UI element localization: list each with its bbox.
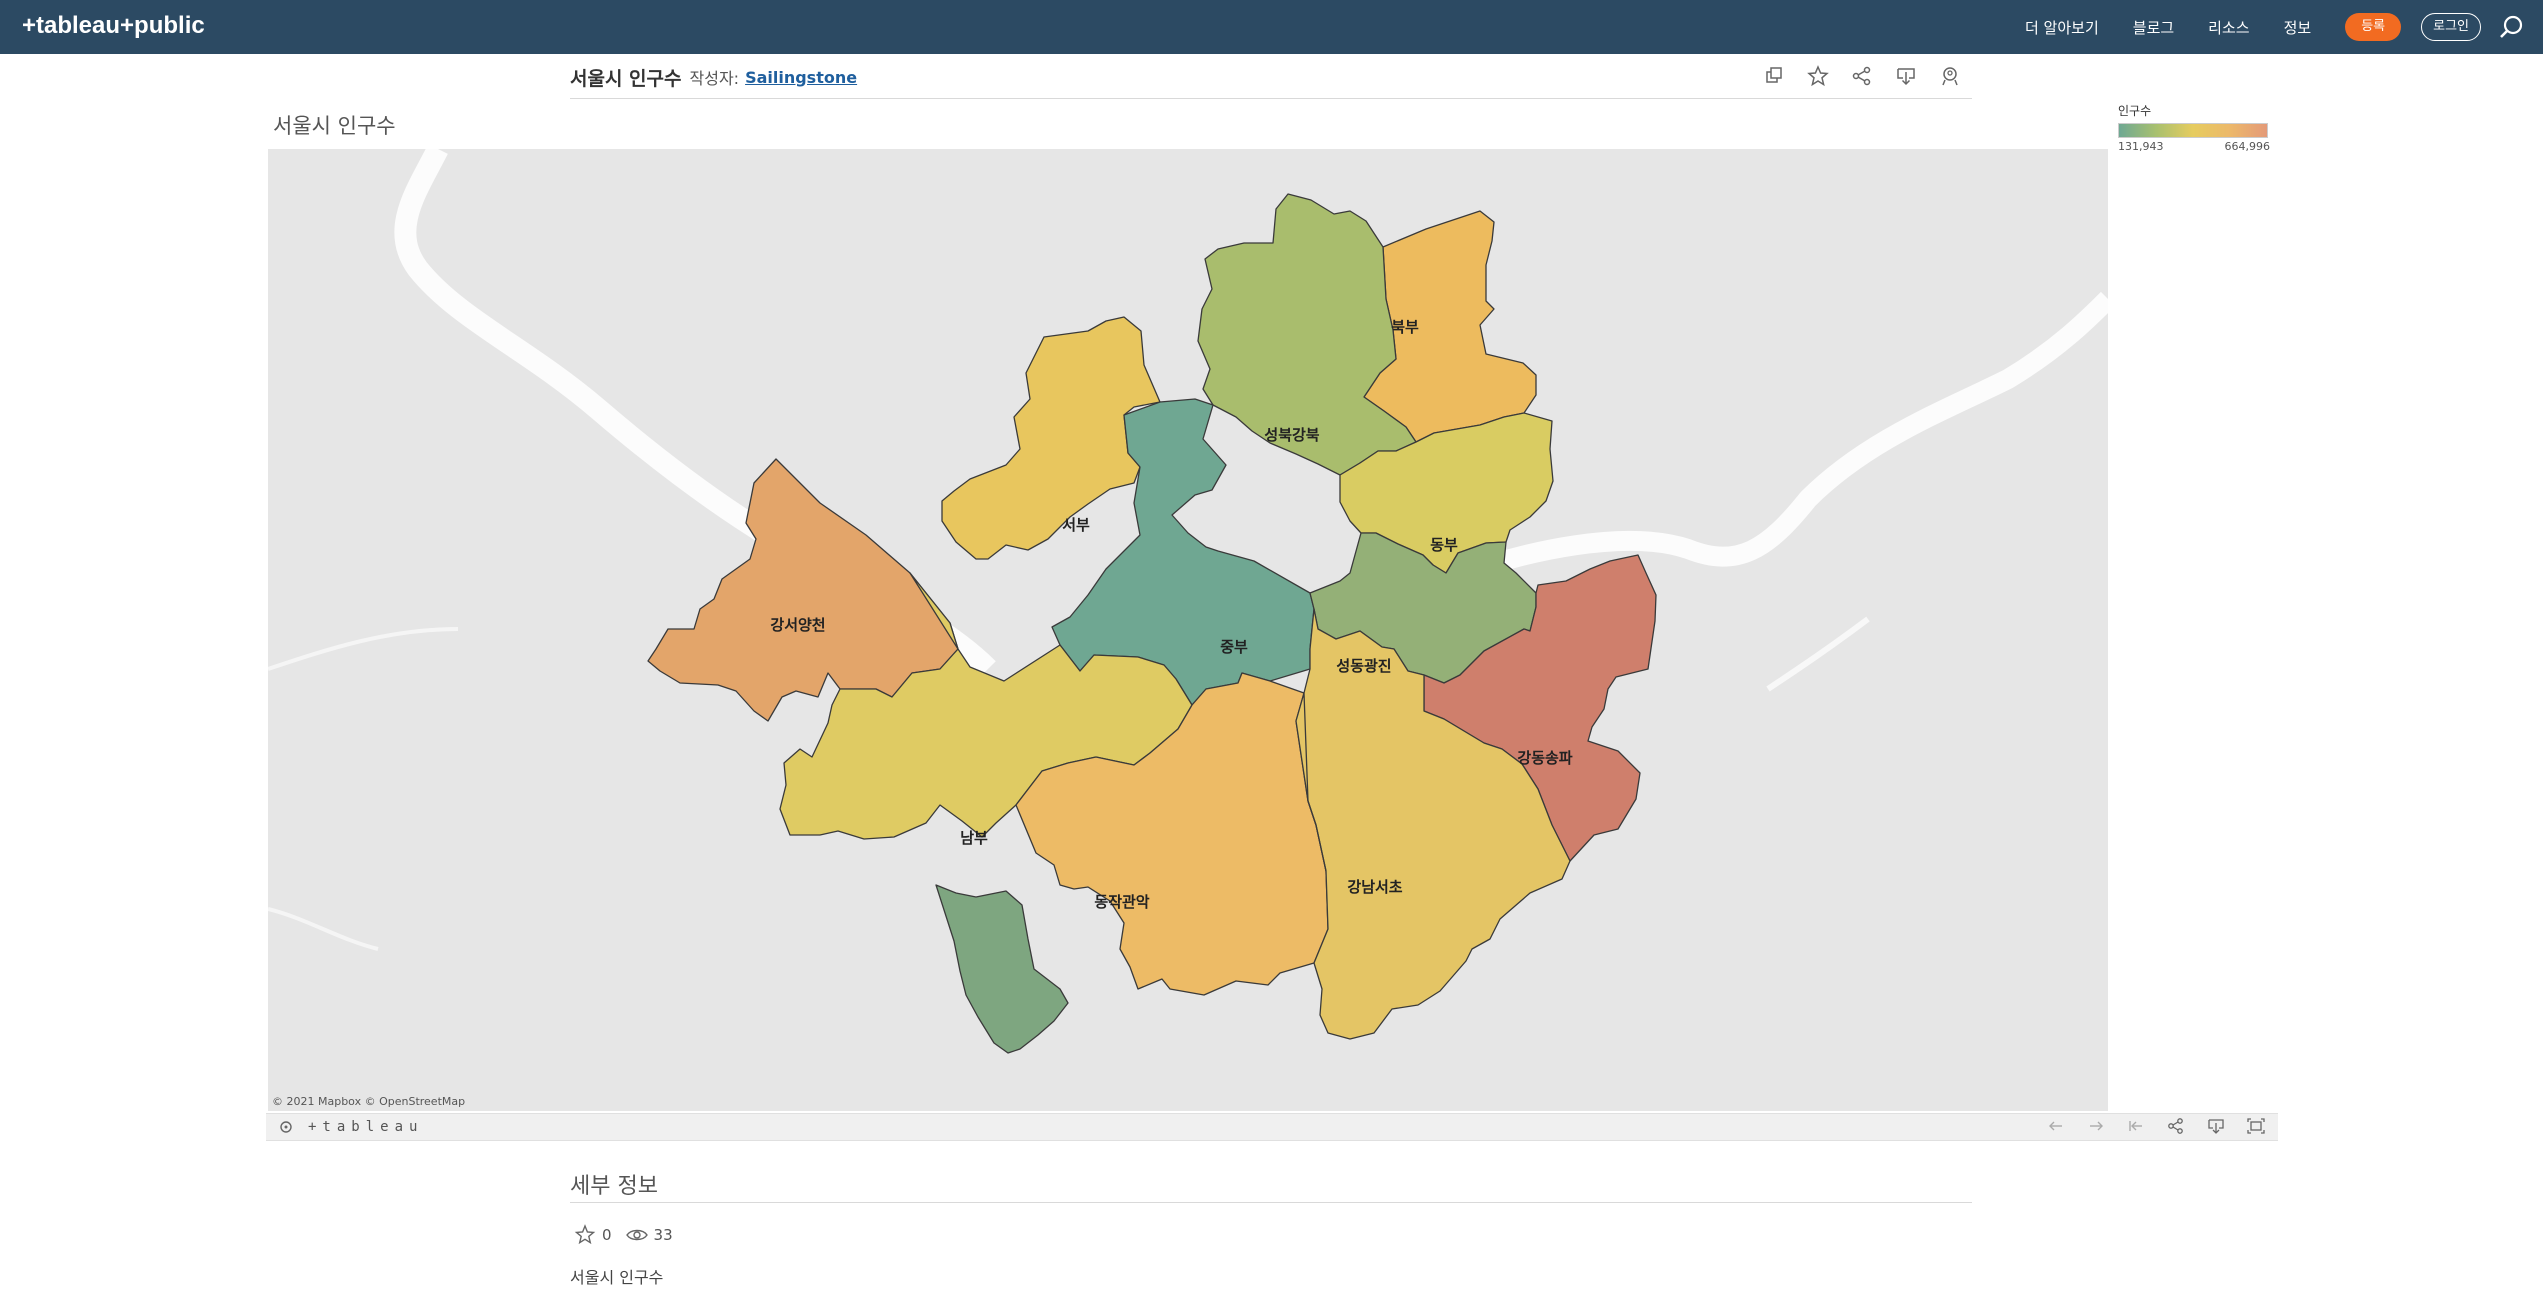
map-attribution[interactable]: © 2021 Mapbox © OpenStreetMap bbox=[272, 1095, 465, 1108]
nav-learn-more[interactable]: 더 알아보기 bbox=[2025, 17, 2099, 38]
label-dongbu: 동부 bbox=[1430, 536, 1458, 554]
legend-title: 인구수 bbox=[2118, 104, 2152, 118]
share-icon[interactable] bbox=[1850, 64, 1874, 88]
legend-max: 664,996 bbox=[2224, 140, 2271, 153]
region-southwest-green[interactable] bbox=[935, 884, 1069, 1054]
fullscreen-icon[interactable] bbox=[2246, 1116, 2266, 1136]
download-icon[interactable] bbox=[1894, 64, 1918, 88]
legend-range: 131,943 664,996 bbox=[2118, 140, 2270, 153]
viz-actions bbox=[1742, 64, 1962, 88]
byline-label: 작성자: bbox=[689, 69, 740, 88]
tableau-public-logo[interactable]: +tableau+public bbox=[22, 12, 205, 40]
top-navbar: +tableau+public 더 알아보기 블로그 리소스 정보 등록 로그인 bbox=[0, 0, 2543, 54]
signup-button[interactable]: 등록 bbox=[2345, 13, 2402, 41]
nav-blog[interactable]: 블로그 bbox=[2133, 17, 2174, 38]
label-bukbu: 북부 bbox=[1391, 318, 1419, 336]
viz-title: 서울시 인구수 bbox=[570, 67, 682, 90]
main-nav: 더 알아보기 블로그 리소스 정보 등록 로그인 bbox=[2025, 0, 2543, 54]
label-gangnam-seocho: 강남서초 bbox=[1347, 878, 1402, 896]
toolbar-tableau-logo[interactable]: +tableau bbox=[308, 1119, 423, 1135]
tableau-gear-icon[interactable] bbox=[278, 1119, 294, 1135]
toolbar-share-icon[interactable] bbox=[2166, 1116, 2186, 1136]
choropleth-map[interactable]: 북부 성북강북 서부 동부 강서양천 중부 성동광진 강동송파 남부 동작관악 … bbox=[268, 149, 2108, 1111]
author-profile-icon[interactable] bbox=[1938, 64, 1962, 88]
label-seongbuk-gangbuk: 성북강북 bbox=[1264, 426, 1319, 444]
label-dongjak-gwanak: 동작관악 bbox=[1094, 893, 1149, 911]
copy-icon[interactable] bbox=[1762, 64, 1786, 88]
views-count: 33 bbox=[653, 1226, 673, 1244]
label-jungbu: 중부 bbox=[1220, 638, 1248, 656]
legend-min: 131,943 bbox=[2118, 140, 2164, 153]
favorites-star-icon[interactable] bbox=[574, 1224, 596, 1246]
undo-icon[interactable] bbox=[2046, 1116, 2066, 1136]
toolbar-download-icon[interactable] bbox=[2206, 1116, 2226, 1136]
views-eye-icon bbox=[625, 1229, 648, 1241]
map-canvas[interactable]: 북부 성북강북 서부 동부 강서양천 중부 성동광진 강동송파 남부 동작관악 … bbox=[268, 149, 2108, 1111]
toolbar-actions bbox=[2026, 1116, 2266, 1136]
label-gangdong-songpa: 강동송파 bbox=[1517, 749, 1572, 767]
label-gangseo-yangcheon: 강서양천 bbox=[770, 616, 825, 634]
login-button[interactable]: 로그인 bbox=[2421, 13, 2481, 41]
nav-resources[interactable]: 리소스 bbox=[2208, 17, 2249, 38]
revert-icon[interactable] bbox=[2126, 1116, 2146, 1136]
viz-toolbar: +tableau bbox=[266, 1113, 2278, 1141]
redo-icon[interactable] bbox=[2086, 1116, 2106, 1136]
viz-stats: 0 33 bbox=[574, 1224, 673, 1246]
label-nambu: 남부 bbox=[960, 829, 988, 847]
search-icon[interactable] bbox=[2499, 14, 2525, 40]
viz-description: 서울시 인구수 bbox=[570, 1268, 664, 1287]
details-heading: 세부 정보 bbox=[570, 1168, 1972, 1203]
nav-about[interactable]: 정보 bbox=[2284, 17, 2312, 38]
legend-gradient[interactable] bbox=[2118, 123, 2268, 138]
viz-titlebar: 서울시 인구수 작성자: Sailingstone bbox=[570, 56, 1972, 99]
author-link[interactable]: Sailingstone bbox=[745, 68, 857, 87]
dashboard-title: 서울시 인구수 bbox=[273, 114, 396, 138]
color-legend: 인구수 131,943 664,996 bbox=[2118, 102, 2270, 153]
label-seongdong-gwangjin: 성동광진 bbox=[1336, 657, 1391, 675]
favorites-count: 0 bbox=[602, 1226, 612, 1244]
favorite-star-icon[interactable] bbox=[1806, 64, 1830, 88]
label-seobu: 서부 bbox=[1062, 516, 1090, 534]
